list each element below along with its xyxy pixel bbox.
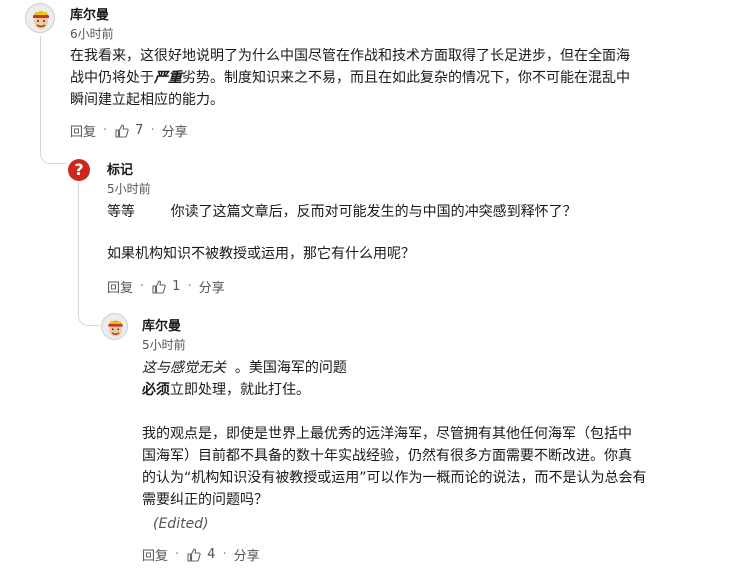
action-separator: · — [175, 547, 180, 562]
share-button[interactable]: 分享 — [199, 277, 225, 296]
comment-body: 等等 你读了这篇文章后，反而对可能发生的与中国的冲突感到释怀了？ 如果机构知识不… — [107, 201, 747, 265]
thread-elbow-reply-2 — [78, 296, 100, 326]
comment-text-line: 战中仍将处于严重劣势。制度知识来之不易，而且在如此复杂的情况下，你不可能在混乱中 — [70, 70, 630, 86]
comment-body: 在我看来，这很好地说明了为什么中国尽管在作战和技术方面取得了长足进步，但在全面海… — [70, 45, 750, 111]
share-button[interactable]: 分享 — [162, 121, 188, 140]
comment-text-line: 我的观点是，即使是世界上最优秀的远洋海军，尽管拥有其他任何海军（包括中 — [142, 426, 632, 442]
emphasis-text: 这与感觉无关 — [142, 360, 226, 376]
like-button[interactable]: 1 — [151, 279, 180, 295]
comment-text-line: 国海军）目前都不具备的数十年实战经验，仍然有很多方面需要不断改进。你真 — [142, 448, 632, 464]
comment-text-line: 在我看来，这很好地说明了为什么中国尽管在作战和技术方面取得了长足进步，但在全面海 — [70, 48, 630, 64]
comment-author[interactable]: 标记 — [107, 159, 133, 178]
like-count: 7 — [135, 123, 144, 138]
comment-text-line: 如果机构知识不被教授或运用，那它有什么用呢？ — [107, 246, 415, 262]
thumbs-up-icon — [187, 547, 201, 562]
action-separator: · — [103, 123, 108, 138]
thread-line-reply-1 — [78, 182, 79, 302]
comment-text-line: 等等 你读了这篇文章后，反而对可能发生的与中国的冲突感到释怀了？ — [107, 204, 577, 220]
like-button[interactable]: 4 — [186, 547, 215, 563]
edited-label: (Edited) — [153, 516, 209, 532]
like-count: 1 — [172, 279, 181, 294]
comment-timestamp: 5小时前 — [107, 182, 151, 196]
comment-actions: 回复 · 7 · 分享 — [70, 121, 188, 140]
avatar[interactable] — [25, 3, 55, 33]
user-avatar-icon — [102, 314, 127, 339]
comment-timestamp: 5小时前 — [142, 338, 186, 352]
comment-text-line: 这与感觉无关 。美国海军的问题 — [142, 360, 347, 376]
comment-actions: 回复 · 4 · 分享 — [142, 545, 260, 564]
avatar[interactable]: ? — [68, 159, 90, 181]
action-separator: · — [222, 547, 227, 562]
emphasis-text: 必须 — [142, 382, 170, 398]
comment-text-line: 需要纠正的问题吗？ — [142, 492, 268, 508]
share-button[interactable]: 分享 — [234, 545, 260, 564]
avatar[interactable] — [101, 313, 128, 340]
action-separator: · — [140, 279, 145, 294]
user-avatar-icon — [26, 4, 54, 32]
comment-body: 这与感觉无关 。美国海军的问题 必须立即处理，就此打住。 我的观点是，即使是世界… — [142, 357, 750, 535]
reply-button[interactable]: 回复 — [107, 277, 133, 296]
reply-button[interactable]: 回复 — [142, 545, 168, 564]
comment-text-line: 必须立即处理，就此打住。 — [142, 382, 310, 398]
thumbs-up-icon — [152, 279, 166, 294]
comment-text-line: 的认为“机构知识没有被教授或运用”可以作为一概而论的说法，而不是认为总会有 — [142, 470, 647, 486]
like-count: 4 — [207, 547, 216, 562]
thread-line-root — [40, 36, 41, 146]
thumbs-up-icon — [115, 123, 129, 138]
comment-timestamp: 6小时前 — [70, 27, 114, 41]
action-separator: · — [150, 123, 155, 138]
like-button[interactable]: 7 — [114, 123, 143, 139]
comment-author[interactable]: 库尔曼 — [70, 4, 109, 23]
action-separator: · — [187, 279, 192, 294]
comment-author[interactable]: 库尔曼 — [142, 315, 181, 334]
comment-text-line: 瞬间建立起相应的能力。 — [70, 92, 224, 108]
emphasis-text: 严重 — [154, 70, 182, 86]
question-mark-icon: ? — [74, 160, 84, 179]
comment-actions: 回复 · 1 · 分享 — [107, 277, 225, 296]
thread-elbow-reply-1 — [40, 140, 66, 164]
reply-button[interactable]: 回复 — [70, 121, 96, 140]
